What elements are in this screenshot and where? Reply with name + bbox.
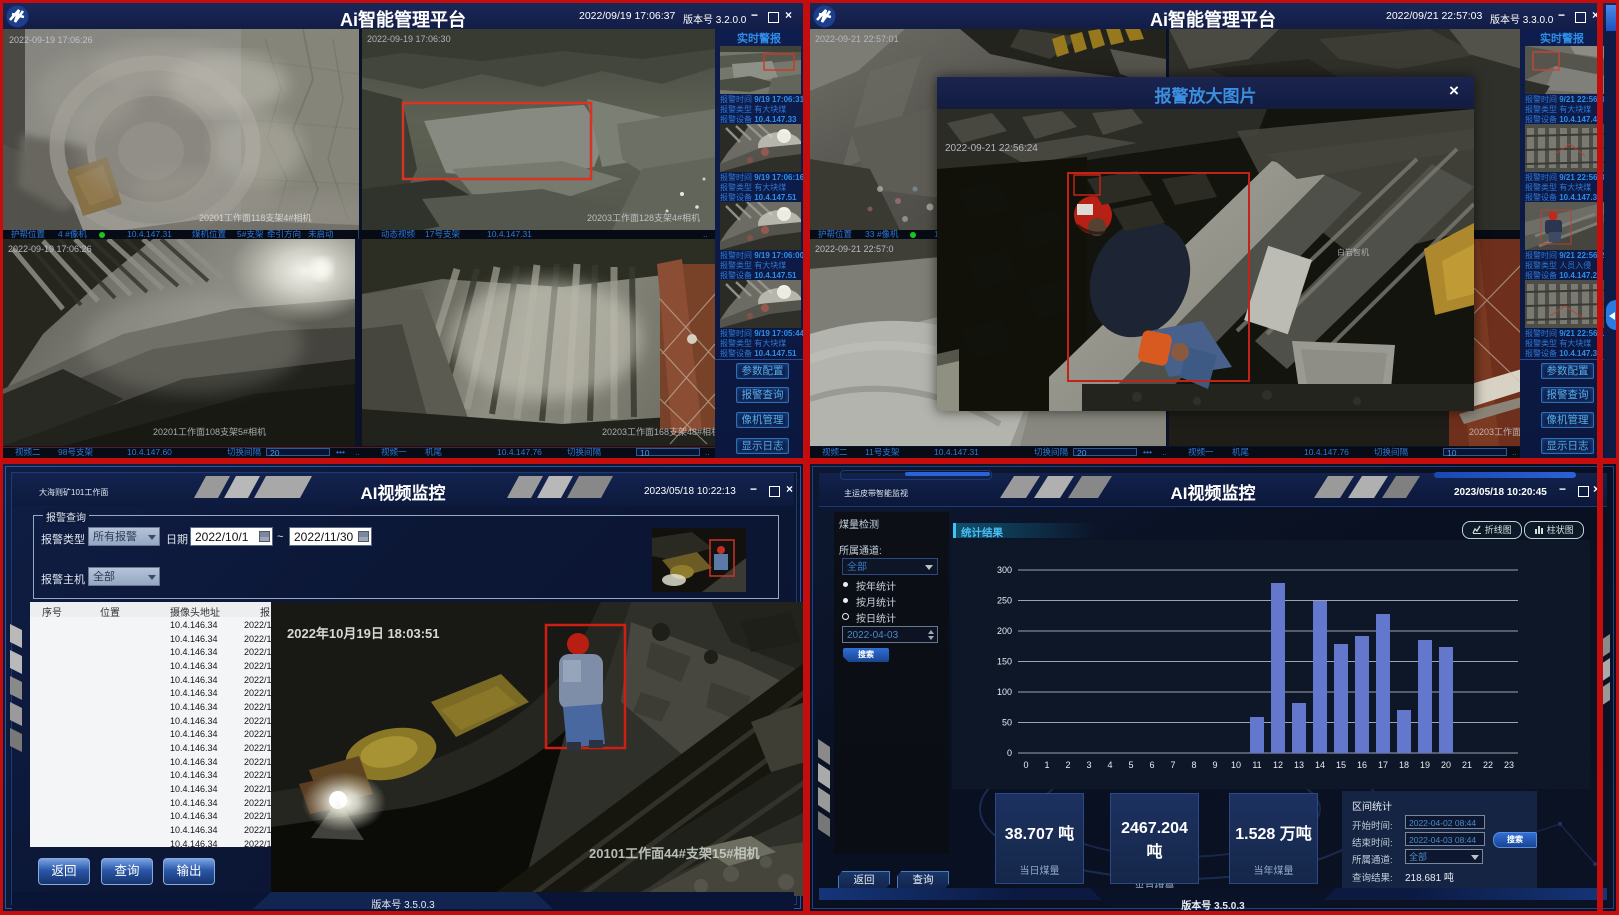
- svg-text:2022-09-21 22:57:0: 2022-09-21 22:57:0: [815, 244, 894, 254]
- svg-text:17: 17: [1378, 760, 1388, 770]
- svg-text:20: 20: [1441, 760, 1451, 770]
- svg-text:20201工作面108支架5#相机: 20201工作面108支架5#相机: [153, 426, 266, 437]
- svg-text:20203工作面168支架48#相机: 20203工作面168支架48#相机: [602, 426, 715, 437]
- svg-text:8: 8: [1191, 760, 1196, 770]
- svg-text:22: 22: [1483, 760, 1493, 770]
- svg-text:20101工作面44#支架15#相机: 20101工作面44#支架15#相机: [589, 846, 760, 861]
- svg-text:2022-09-21 22:57:01: 2022-09-21 22:57:01: [815, 34, 899, 44]
- svg-text:5: 5: [1128, 760, 1133, 770]
- svg-text:18: 18: [1399, 760, 1409, 770]
- svg-text:13: 13: [1294, 760, 1304, 770]
- svg-text:150: 150: [997, 657, 1012, 667]
- svg-text:9: 9: [1212, 760, 1217, 770]
- svg-text:20203工作面128支架4#相机: 20203工作面128支架4#相机: [587, 212, 700, 223]
- svg-text:2: 2: [1065, 760, 1070, 770]
- svg-text:白岩智机: 白岩智机: [1337, 247, 1369, 257]
- svg-text:200: 200: [997, 626, 1012, 636]
- svg-text:20203工作面168支架48#相机: 20203工作面168支架48#相机: [1469, 426, 1522, 437]
- svg-text:100: 100: [997, 687, 1012, 697]
- svg-text:6: 6: [1149, 760, 1154, 770]
- svg-text:21: 21: [1462, 760, 1472, 770]
- svg-text:1: 1: [1044, 760, 1049, 770]
- svg-text:3: 3: [1086, 760, 1091, 770]
- svg-text:0: 0: [1007, 748, 1012, 758]
- svg-text:14: 14: [1315, 760, 1325, 770]
- svg-text:2022-09-21 22:56:24: 2022-09-21 22:56:24: [945, 143, 1038, 154]
- svg-text:50: 50: [1002, 718, 1012, 728]
- svg-text:16: 16: [1357, 760, 1367, 770]
- svg-text:2022年10月19日 18:03:51: 2022年10月19日 18:03:51: [287, 626, 440, 641]
- svg-text:20201工作面118支架4#相机: 20201工作面118支架4#相机: [199, 212, 311, 223]
- svg-text:0: 0: [1023, 760, 1028, 770]
- svg-text:2022-09-19 17:06:26: 2022-09-19 17:06:26: [9, 35, 93, 45]
- svg-text:2022-09-19 17:06:30: 2022-09-19 17:06:30: [367, 34, 451, 44]
- svg-text:10: 10: [1231, 760, 1241, 770]
- svg-text:11: 11: [1252, 760, 1261, 770]
- svg-text:23: 23: [1504, 760, 1514, 770]
- svg-text:7: 7: [1170, 760, 1175, 770]
- svg-text:15: 15: [1336, 760, 1346, 770]
- svg-text:2022-09-19 17:06:26: 2022-09-19 17:06:26: [8, 244, 92, 254]
- svg-text:4: 4: [1107, 760, 1112, 770]
- svg-text:250: 250: [997, 596, 1012, 606]
- svg-text:300: 300: [997, 565, 1012, 575]
- svg-text:19: 19: [1420, 760, 1430, 770]
- svg-text:12: 12: [1273, 760, 1283, 770]
